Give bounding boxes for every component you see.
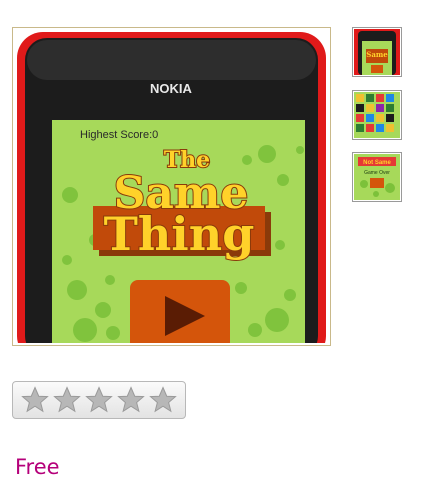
price-label: Free	[15, 455, 60, 479]
star-rating[interactable]	[12, 381, 186, 419]
main-screenshot: NOKIA Highest Score:0 The Same Thing	[12, 27, 331, 346]
thumbnail-phone-image: Same	[354, 29, 400, 75]
thumbnail-1[interactable]: Same	[352, 27, 402, 77]
highest-score-text: Highest Score:0	[80, 129, 158, 141]
thumb3-label-top: Not Same	[363, 160, 391, 166]
thumbnail-2[interactable]	[352, 90, 402, 140]
thumbnail-3[interactable]: Not Same Game Over	[352, 152, 402, 202]
star-icon[interactable]	[147, 385, 179, 415]
star-icon[interactable]	[19, 385, 51, 415]
phone-brand-text: NOKIA	[150, 81, 193, 96]
thumb1-title: Same	[366, 50, 388, 59]
star-icon[interactable]	[115, 385, 147, 415]
nokia-phone-game-image: NOKIA Highest Score:0 The Same Thing	[15, 30, 328, 343]
game-title-line3: Thing	[104, 207, 255, 261]
thumbnail-gameover-image: Not Same Game Over	[354, 154, 400, 200]
star-icon[interactable]	[51, 385, 83, 415]
thumbnail-grid-image	[354, 92, 400, 138]
star-icon[interactable]	[83, 385, 115, 415]
thumb3-label-sub: Game Over	[364, 170, 390, 176]
